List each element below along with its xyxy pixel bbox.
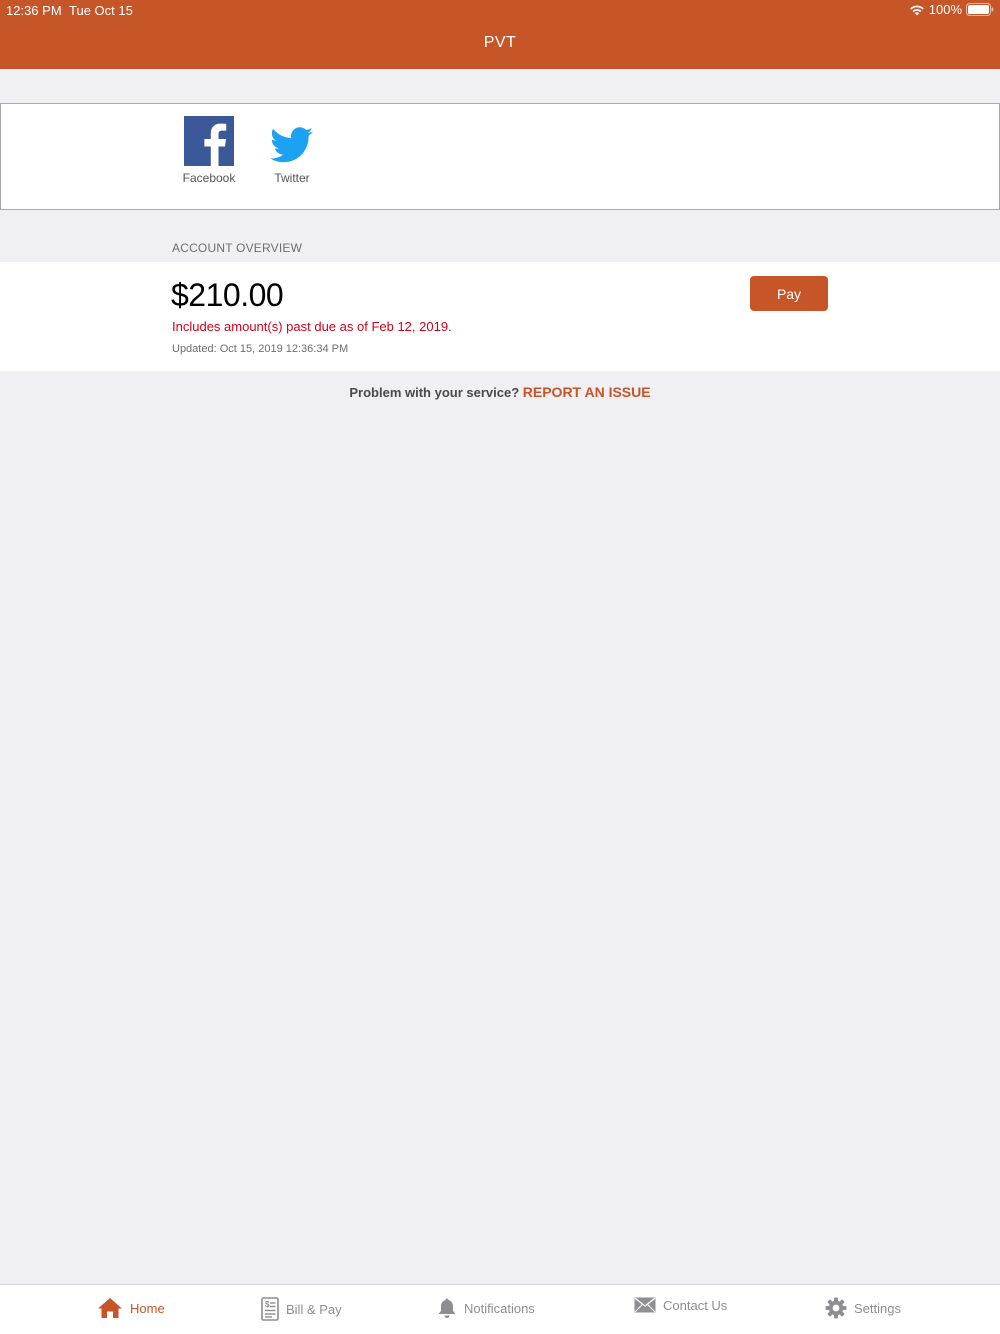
battery-icon <box>966 3 994 16</box>
pay-button[interactable]: Pay <box>750 276 828 311</box>
facebook-link[interactable]: Facebook <box>169 116 249 185</box>
report-issue-line: Problem with your service? REPORT AN ISS… <box>0 384 1000 400</box>
envelope-icon <box>634 1297 656 1313</box>
tab-contact-us[interactable]: Contact Us <box>634 1297 727 1313</box>
tab-contact-us-label: Contact Us <box>663 1298 727 1313</box>
bill-icon: $ <box>261 1297 279 1321</box>
gear-icon <box>825 1297 847 1319</box>
tab-settings-label: Settings <box>854 1301 901 1316</box>
status-date: Tue Oct 15 <box>69 3 133 18</box>
tab-notifications-label: Notifications <box>464 1301 535 1316</box>
past-due-notice: Includes amount(s) past due as of Feb 12… <box>172 319 452 334</box>
bell-icon <box>437 1297 457 1319</box>
page-title: PVT <box>0 34 1000 52</box>
facebook-label: Facebook <box>169 171 249 185</box>
report-issue-link[interactable]: REPORT AN ISSUE <box>523 384 651 400</box>
account-overview-card: $210.00 Includes amount(s) past due as o… <box>0 262 1000 371</box>
tab-home-label: Home <box>130 1301 165 1316</box>
home-icon <box>97 1297 123 1319</box>
updated-timestamp: Updated: Oct 15, 2019 12:36:34 PM <box>172 343 348 355</box>
status-indicators: 100% <box>909 2 994 17</box>
battery-percent: 100% <box>929 2 962 17</box>
twitter-label: Twitter <box>252 171 332 185</box>
account-overview-heading: ACCOUNT OVERVIEW <box>172 241 302 255</box>
facebook-icon <box>184 116 234 166</box>
status-time: 12:36 PM <box>6 3 62 18</box>
report-issue-prompt: Problem with your service? <box>349 385 522 400</box>
tab-settings[interactable]: Settings <box>825 1297 901 1319</box>
tab-notifications[interactable]: Notifications <box>437 1297 535 1319</box>
app-screen: 12:36 PM Tue Oct 15 100% PVT Facebook <box>0 0 1000 1334</box>
wifi-icon <box>909 4 925 16</box>
tab-bill-pay[interactable]: $ Bill & Pay <box>261 1297 342 1321</box>
twitter-link[interactable]: Twitter <box>252 116 332 185</box>
twitter-icon <box>269 116 315 166</box>
tab-bar: Home $ Bill & Pay Notifications <box>0 1284 1000 1334</box>
tab-home[interactable]: Home <box>97 1297 165 1319</box>
social-links-panel: Facebook Twitter <box>0 103 1000 210</box>
tab-bill-pay-label: Bill & Pay <box>286 1302 342 1317</box>
svg-text:$: $ <box>265 1300 270 1309</box>
nav-header: 12:36 PM Tue Oct 15 100% PVT <box>0 0 1000 69</box>
balance-amount: $210.00 <box>171 277 283 314</box>
